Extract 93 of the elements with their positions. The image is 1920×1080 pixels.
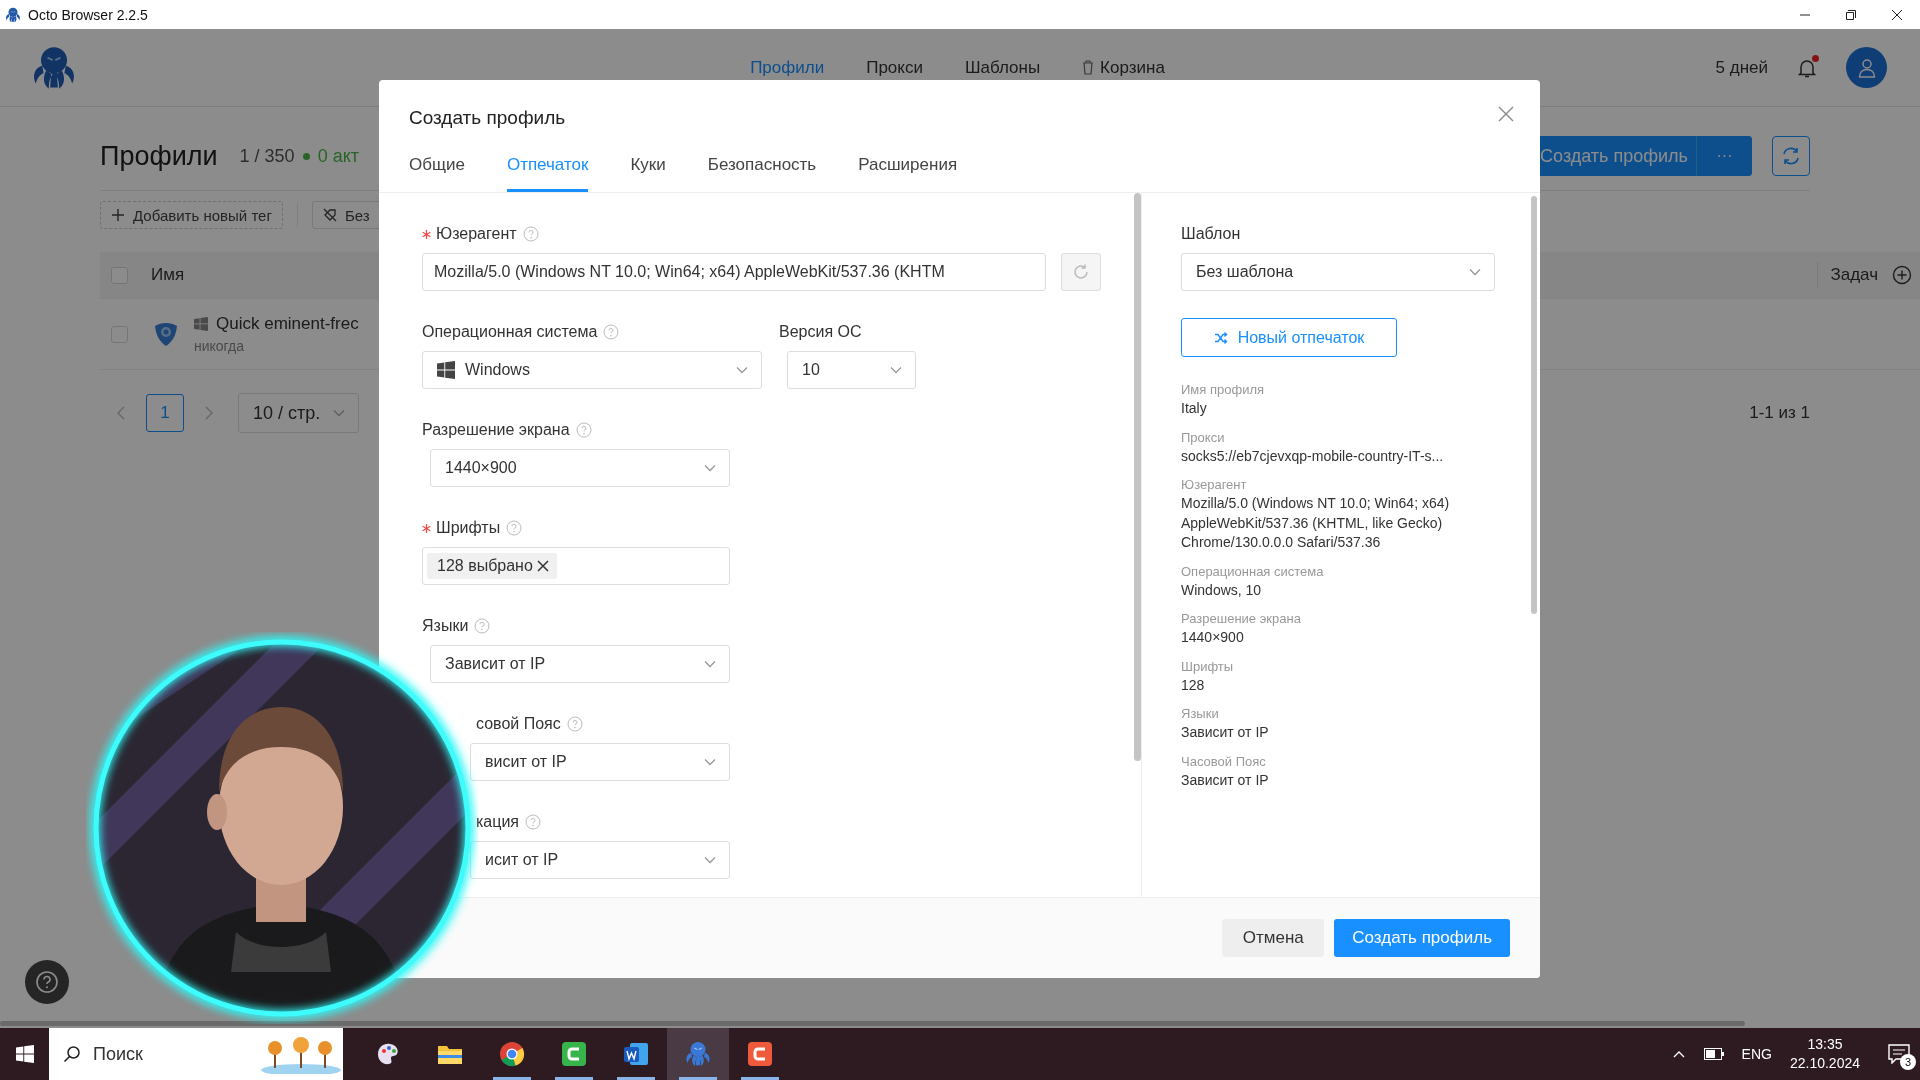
- user-agent-field[interactable]: Mozilla/5.0 (Windows NT 10.0; Win64; x64) AppleWebKit/537.36 (KHTM: [422, 253, 1046, 291]
- tab[interactable]: Безопасность: [707, 140, 817, 192]
- field-label: Шрифты: [436, 519, 501, 537]
- avatar-button[interactable]: [1846, 47, 1887, 88]
- nav-link[interactable]: Корзина: [1082, 57, 1165, 78]
- field-label: совой Пояс: [476, 715, 561, 733]
- info-label: Юзерагент: [1181, 476, 1248, 494]
- info-value: 128: [1181, 675, 1206, 695]
- page-size-select[interactable]: 10 / стр.: [238, 393, 360, 433]
- browser-icon[interactable]: [498, 1040, 526, 1068]
- close-icon: [1498, 106, 1514, 122]
- info-label: Прокси: [1181, 428, 1226, 447]
- app-icon[interactable]: [746, 1040, 774, 1068]
- fonts-field[interactable]: 128 выбрано: [422, 547, 730, 585]
- profile-name: Quick eminent-frec: [216, 314, 359, 334]
- select-field[interactable]: висит от IP: [470, 743, 730, 781]
- tab[interactable]: Общие: [409, 140, 465, 192]
- info-label: Разрешение экрана: [1181, 610, 1302, 628]
- trees-icon: [261, 1034, 341, 1074]
- info-label: Языки: [1181, 705, 1220, 723]
- select-field[interactable]: 1440×900: [430, 449, 730, 487]
- active-count: 0 акт: [317, 145, 359, 167]
- info-label: Часовой Пояс: [1181, 752, 1267, 771]
- dialog-title: Создать профиль: [409, 106, 566, 130]
- info-value: 1440×900: [1181, 628, 1245, 647]
- field-label: Шаблон: [1181, 224, 1242, 244]
- tab[interactable]: Расширения: [858, 140, 958, 192]
- column-header: Задач: [1830, 265, 1878, 285]
- os-select[interactable]: Windows: [422, 351, 762, 389]
- search-icon: [63, 1045, 81, 1063]
- cancel-button[interactable]: Отмена: [1222, 919, 1325, 957]
- info-label: Имя профиля: [1181, 381, 1265, 399]
- field-label: Языки: [422, 617, 469, 635]
- document-icon[interactable]: [622, 1040, 650, 1068]
- info-label: Шрифты: [1181, 657, 1235, 676]
- page-range: 1-1 из 1: [1749, 403, 1810, 423]
- info-value: Mozilla/5.0 (Windows NT 10.0; Win64; x64) AppleWebKit/537.36 (KHTML, like Gecko) Chrome/130.0.0.0 Safari/537.36: [1181, 494, 1451, 552]
- profile-icon: [152, 320, 180, 348]
- info-value: Зависит от IP: [1181, 723, 1270, 742]
- battery-icon[interactable]: [1703, 1048, 1724, 1060]
- tag-label: 128 выбрано: [437, 557, 533, 575]
- shuffle-icon: [1213, 330, 1228, 345]
- app-icon[interactable]: [560, 1040, 588, 1068]
- select-field[interactable]: Зависит от IP: [430, 645, 730, 683]
- restore-icon: [1846, 9, 1856, 20]
- notifications-button[interactable]: [1798, 57, 1816, 78]
- tag-filter-button[interactable]: Без: [311, 201, 381, 229]
- close-icon: [1892, 9, 1902, 20]
- add-tag-button[interactable]: Добавить новый тег: [100, 201, 283, 229]
- subscription-days: 5 дней: [1715, 57, 1768, 78]
- refresh-icon: [1780, 145, 1802, 167]
- info-label: Операционная система: [1181, 562, 1325, 581]
- trash-icon: [1082, 60, 1095, 75]
- nav-link[interactable]: Шаблоны: [964, 57, 1041, 78]
- bell-icon: [1798, 57, 1816, 78]
- notification-count: 3: [1900, 1054, 1916, 1070]
- field-label: Юзерагент: [436, 225, 517, 243]
- clock[interactable]: 13:35 22.10.2024: [1789, 1035, 1860, 1073]
- last-launch: никогда: [194, 338, 246, 354]
- column-header: Имя: [151, 265, 185, 285]
- window-title: Octo Browser 2.2.5: [28, 6, 148, 23]
- windows-icon: [437, 361, 455, 379]
- notifications-icon[interactable]: [1888, 1044, 1910, 1064]
- refresh-button[interactable]: [1772, 136, 1810, 176]
- select-field[interactable]: 10: [787, 351, 916, 389]
- help-button[interactable]: [25, 960, 69, 1004]
- close-icon[interactable]: [536, 560, 549, 572]
- help-icon: [35, 970, 59, 994]
- field-label: Версия ОС: [779, 323, 862, 341]
- user-icon: [1856, 57, 1877, 78]
- refresh-icon: [1071, 262, 1091, 282]
- template-select[interactable]: Без шаблона: [1181, 253, 1495, 291]
- nav-link[interactable]: Прокси: [866, 57, 923, 78]
- field-label: кация: [476, 813, 519, 831]
- status-dot: [302, 152, 310, 160]
- tab[interactable]: Куки: [630, 140, 666, 192]
- language-indicator[interactable]: ENG: [1741, 1046, 1772, 1062]
- info-value: Windows, 10: [1181, 580, 1263, 600]
- plus-icon: [111, 208, 125, 222]
- add-column-icon[interactable]: [1892, 265, 1912, 285]
- windows-icon: [194, 317, 208, 331]
- select-field[interactable]: исит от IP: [470, 841, 730, 879]
- field-label: Операционная система: [422, 323, 598, 341]
- app-icon: [4, 5, 22, 24]
- field-label: Разрешение экрана: [422, 421, 570, 439]
- page-title: Профили: [100, 140, 218, 172]
- windows-icon: [15, 1045, 34, 1063]
- info-value: Italy: [1181, 399, 1208, 418]
- tag-off-icon: [322, 208, 337, 222]
- info-value: socks5://eb7cjevxqp-mobile-country-IT-s...: [1181, 446, 1445, 466]
- profile-count: 1 / 350: [239, 145, 295, 167]
- search-field[interactable]: Поиск: [49, 1028, 343, 1080]
- info-value: Зависит от IP: [1181, 770, 1270, 790]
